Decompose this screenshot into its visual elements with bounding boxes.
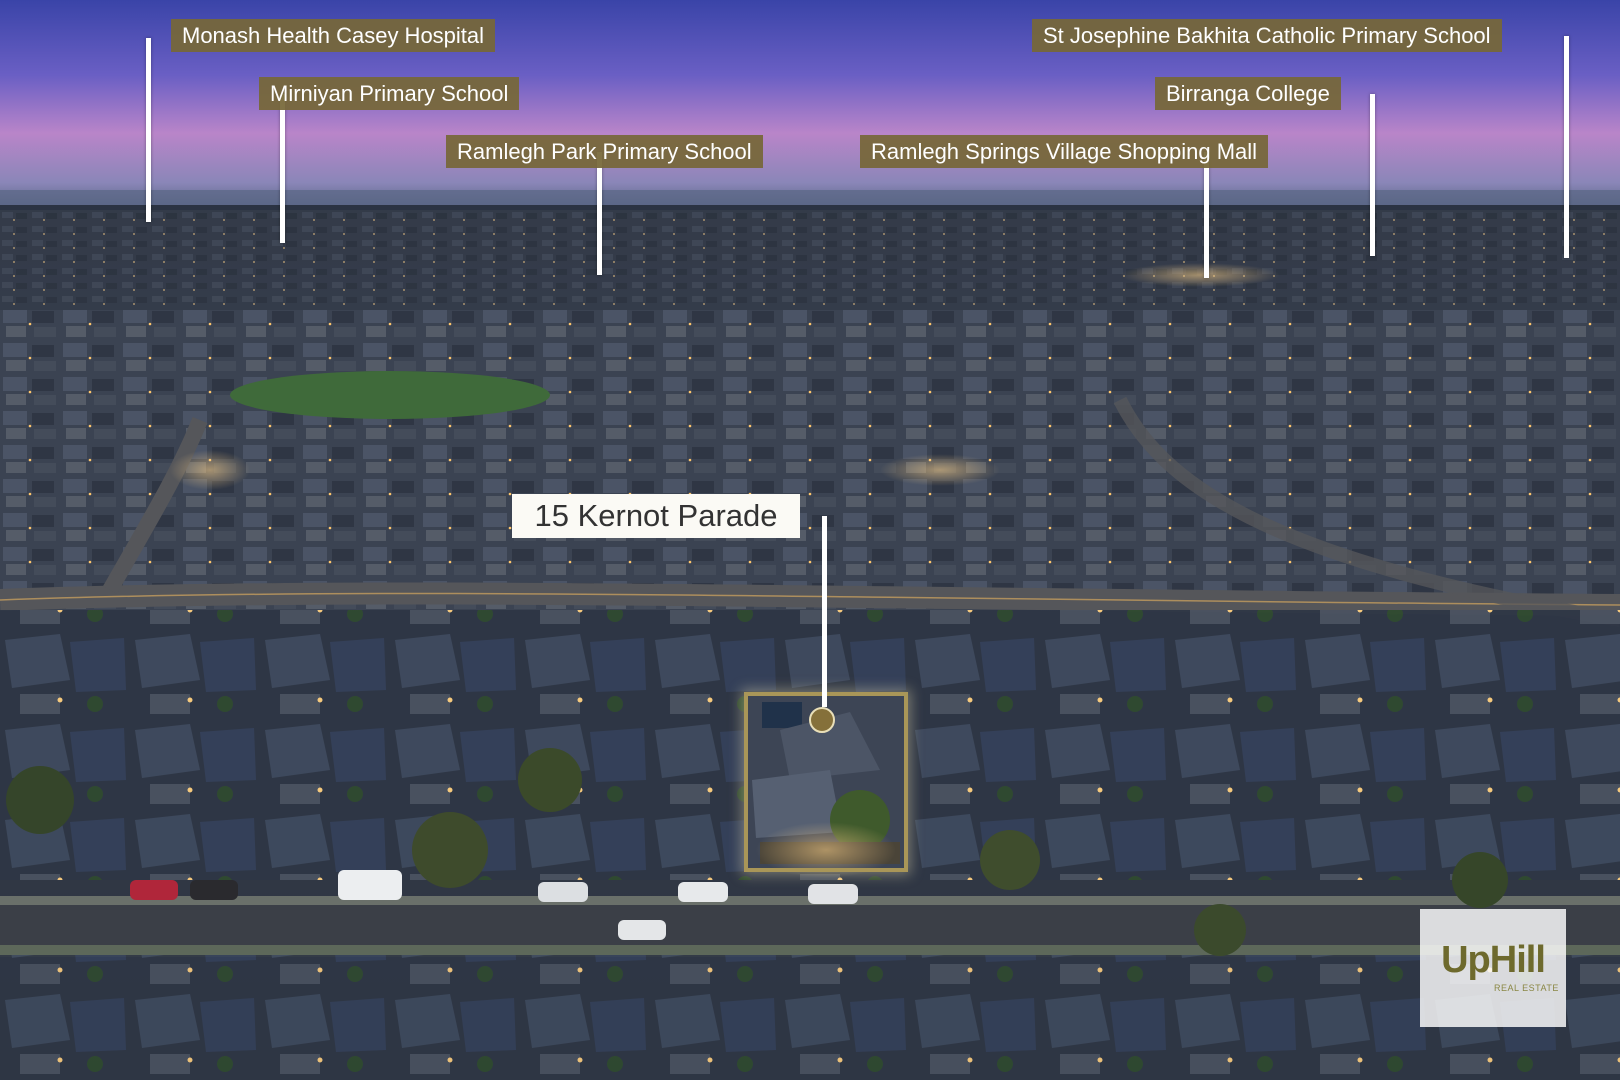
property-pin-icon <box>809 707 835 733</box>
landmark-pointer-6 <box>1564 36 1569 258</box>
landmark-pointer-1 <box>146 38 151 222</box>
landmark-pointer-4 <box>1204 152 1209 278</box>
property-pointer <box>822 516 827 707</box>
logo-word-up: Up <box>1441 939 1491 981</box>
logo-wordmark: UpHill <box>1420 939 1566 982</box>
landmark-label-6: St Josephine Bakhita Catholic Primary Sc… <box>1032 19 1502 52</box>
landmark-pointer-3 <box>597 152 602 275</box>
landmark-pointer-5 <box>1370 94 1375 256</box>
property-address-label: 15 Kernot Parade <box>512 494 800 538</box>
landmark-label-4: Ramlegh Springs Village Shopping Mall <box>860 135 1269 168</box>
logo-word-hill: Hill <box>1489 939 1546 981</box>
logo-tagline: REAL ESTATE <box>1494 983 1559 993</box>
landmark-label-5: Birranga College <box>1155 77 1341 110</box>
landmark-label-1: Monash Health Casey Hospital <box>171 19 496 52</box>
uphill-logo: UpHill REAL ESTATE <box>1420 909 1566 1027</box>
landmark-label-3: Ramlegh Park Primary School <box>446 135 763 168</box>
landmark-pointer-2 <box>280 94 285 243</box>
landmark-label-2: Mirniyan Primary School <box>259 77 520 110</box>
aerial-suburb-photo <box>0 0 1620 1080</box>
